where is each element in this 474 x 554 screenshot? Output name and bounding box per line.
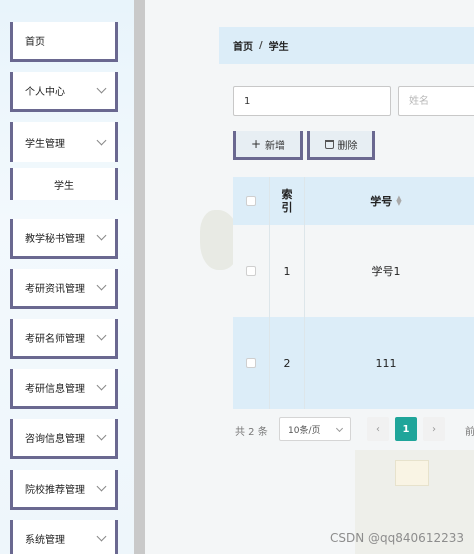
- header-student-no-label: 学号: [370, 195, 393, 208]
- pagination-jump-label: 前: [465, 427, 474, 438]
- sidebar-item-system[interactable]: 系统管理: [10, 520, 118, 554]
- sidebar-item-exam-news[interactable]: 考研资讯管理: [10, 269, 118, 309]
- row-checkbox[interactable]: [246, 266, 256, 276]
- chevron-down-icon: [96, 330, 107, 341]
- sidebar-item-label: 首页: [25, 37, 45, 48]
- sidebar-item-consult-info[interactable]: 咨询信息管理: [10, 419, 118, 459]
- breadcrumb-home[interactable]: 首页: [233, 38, 253, 53]
- sidebar-subitem-label: 学生: [54, 180, 74, 192]
- sidebar-scrollbar[interactable]: [134, 0, 145, 554]
- sidebar-item-teaching-secretary[interactable]: 教学秘书管理: [10, 219, 118, 259]
- chevron-down-icon: [96, 135, 107, 145]
- sidebar-item-student-management[interactable]: 学生管理: [10, 122, 118, 162]
- sidebar-item-label: 考研信息管理: [25, 384, 85, 395]
- row-student-no: 学号1: [371, 265, 401, 278]
- sidebar-item-label: 院校推荐管理: [25, 485, 85, 496]
- plus-icon: +: [250, 137, 262, 151]
- sidebar-item-exam-info[interactable]: 考研信息管理: [10, 369, 118, 409]
- sidebar-item-school-recommend[interactable]: 院校推荐管理: [10, 470, 118, 510]
- sidebar-item-label: 学生管理: [25, 138, 65, 150]
- sidebar-item-exam-teachers[interactable]: 考研名师管理: [10, 319, 118, 359]
- sort-icon[interactable]: ▲ ▼: [396, 195, 401, 207]
- watermark: CSDN @qq840612233: [330, 531, 464, 545]
- row-index: 1: [269, 225, 305, 317]
- row-index: 2: [269, 317, 305, 409]
- table-row: 2 111: [233, 317, 474, 409]
- row-checkbox-cell: [233, 317, 269, 409]
- add-button[interactable]: + 新增: [233, 131, 303, 160]
- chevron-down-icon: [96, 280, 107, 291]
- page-button-current[interactable]: 1: [395, 417, 417, 441]
- chevron-down-icon: [96, 531, 107, 542]
- sidebar-item-label: 考研名师管理: [25, 334, 85, 345]
- pagination: 共 2 条 10条/页 ‹ 1 › 前: [235, 417, 474, 443]
- chevron-down-icon: [96, 230, 107, 241]
- breadcrumb: 首页 / 学生: [219, 27, 474, 64]
- header-student-no[interactable]: 学号 ▲ ▼: [305, 177, 467, 225]
- row-checkbox-cell: [233, 225, 269, 317]
- chevron-down-icon: [96, 430, 107, 441]
- chevron-down-icon: [96, 380, 107, 391]
- chevron-down-icon: [335, 424, 344, 433]
- main-content: 首页 / 学生 + 新增 删除 索 引 学号 ▲▼: [145, 0, 474, 554]
- delete-button[interactable]: 删除: [307, 131, 375, 160]
- sidebar: 首页 个人中心 学生管理 学生 教学秘书管理 考研资讯管理 考研名师管理 考研信…: [0, 0, 134, 554]
- page-size-value: 10条/页: [288, 425, 321, 436]
- breadcrumb-separator: /: [259, 40, 263, 51]
- chevron-down-icon: [96, 83, 107, 94]
- row-student-no: 111: [375, 356, 397, 370]
- index-search-input[interactable]: [233, 86, 391, 116]
- sidebar-item-label: 个人中心: [25, 87, 65, 98]
- chevron-down-icon: [96, 481, 107, 492]
- pagination-total: 共 2 条: [235, 427, 268, 438]
- prev-page-button[interactable]: ‹: [367, 417, 389, 441]
- row-checkbox[interactable]: [246, 358, 256, 368]
- sidebar-item-home[interactable]: 首页: [10, 22, 118, 62]
- sidebar-item-label: 教学秘书管理: [25, 234, 85, 245]
- delete-button-label: 删除: [337, 140, 358, 152]
- sidebar-item-label: 系统管理: [25, 535, 65, 546]
- chevron-right-icon: ›: [432, 423, 436, 435]
- header-index-line1: 索: [281, 187, 293, 201]
- sidebar-subitem-student[interactable]: 学生: [10, 168, 118, 200]
- background-decoration: [395, 460, 429, 486]
- table-header-row: 索 引 学号 ▲ ▼: [233, 177, 474, 225]
- next-page-button[interactable]: ›: [423, 417, 445, 441]
- name-search-input[interactable]: [398, 86, 474, 116]
- page-size-select[interactable]: 10条/页: [279, 417, 351, 441]
- breadcrumb-current: 学生: [268, 42, 289, 53]
- sidebar-item-personal-center[interactable]: 个人中心: [10, 72, 118, 112]
- select-all-checkbox[interactable]: [246, 196, 256, 206]
- chevron-left-icon: ‹: [376, 423, 380, 435]
- header-index-line2: 引: [281, 201, 293, 214]
- sidebar-item-label: 咨询信息管理: [25, 434, 85, 445]
- sidebar-item-label: 考研资讯管理: [25, 284, 85, 295]
- table-row: 1 学号1: [233, 225, 474, 317]
- add-button-label: 新增: [265, 140, 286, 152]
- trash-icon: [324, 139, 334, 149]
- header-index: 索 引: [269, 177, 305, 225]
- header-checkbox-cell: [233, 177, 269, 225]
